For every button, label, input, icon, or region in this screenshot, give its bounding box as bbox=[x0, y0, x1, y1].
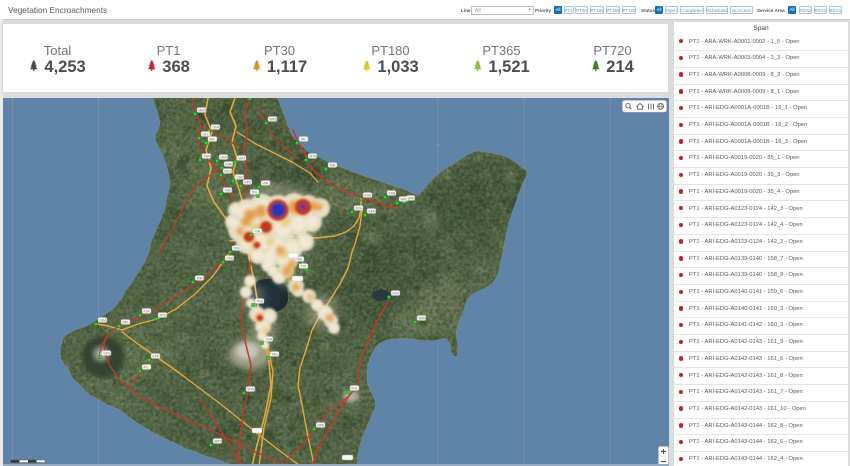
svg-text:TMK: TMK bbox=[225, 188, 233, 192]
svg-text:WKO: WKO bbox=[270, 117, 278, 121]
svg-text:TGR: TGR bbox=[266, 337, 274, 341]
svg-text:WAL: WAL bbox=[401, 197, 408, 201]
svg-text:TML: TML bbox=[255, 229, 262, 233]
svg-text:TWH: TWH bbox=[204, 154, 212, 158]
svg-text:MER: MER bbox=[199, 108, 207, 112]
svg-text:OHK: OHK bbox=[213, 125, 221, 129]
svg-text:NPL: NPL bbox=[123, 320, 130, 324]
svg-text:TMN: TMN bbox=[197, 276, 205, 280]
svg-text:ONG: ONG bbox=[227, 256, 235, 260]
svg-text:ATI: ATI bbox=[210, 137, 215, 141]
svg-text:HIN: HIN bbox=[263, 181, 269, 185]
svg-text:TAU: TAU bbox=[272, 352, 279, 356]
svg-text:NPA: NPA bbox=[318, 423, 325, 427]
svg-text:TKU: TKU bbox=[257, 299, 264, 303]
svg-text:TMI: TMI bbox=[330, 163, 336, 167]
svg-text:PLN: PLN bbox=[393, 291, 400, 295]
svg-text:OKA: OKA bbox=[100, 318, 108, 322]
svg-text:KPK: KPK bbox=[153, 354, 160, 358]
svg-text:WRH: WRH bbox=[408, 196, 416, 200]
svg-text:MTR: MTR bbox=[248, 387, 256, 391]
svg-text:MTM: MTM bbox=[310, 154, 318, 158]
svg-text:IPL: IPL bbox=[144, 365, 149, 369]
svg-text:FHL: FHL bbox=[352, 386, 358, 390]
svg-text:TRK: TRK bbox=[234, 246, 241, 250]
svg-text:TAI: TAI bbox=[301, 137, 306, 141]
svg-text:WTN: WTN bbox=[215, 439, 223, 443]
svg-text:WRA: WRA bbox=[419, 316, 427, 320]
svg-text:KAM: KAM bbox=[226, 162, 233, 166]
svg-text:TRI: TRI bbox=[252, 190, 257, 194]
svg-text:WAI: WAI bbox=[239, 156, 245, 160]
svg-text:KTA: KTA bbox=[144, 309, 151, 313]
svg-text:HLY: HLY bbox=[203, 132, 210, 136]
svg-text:2OA: 2OA bbox=[356, 206, 363, 210]
svg-text:GFX: GFX bbox=[104, 351, 112, 355]
svg-text:ESD: ESD bbox=[365, 193, 372, 197]
svg-text:KPO: KPO bbox=[245, 180, 252, 184]
svg-text:KAN: KAN bbox=[389, 191, 396, 195]
svg-text:NCO: NCO bbox=[225, 169, 233, 173]
svg-text:KMO: KMO bbox=[369, 209, 377, 213]
svg-text:PUI: PUI bbox=[301, 264, 307, 268]
svg-text:MTO: MTO bbox=[160, 313, 168, 317]
svg-text:HOR: HOR bbox=[221, 155, 229, 159]
svg-text:CBO: CBO bbox=[237, 175, 245, 179]
